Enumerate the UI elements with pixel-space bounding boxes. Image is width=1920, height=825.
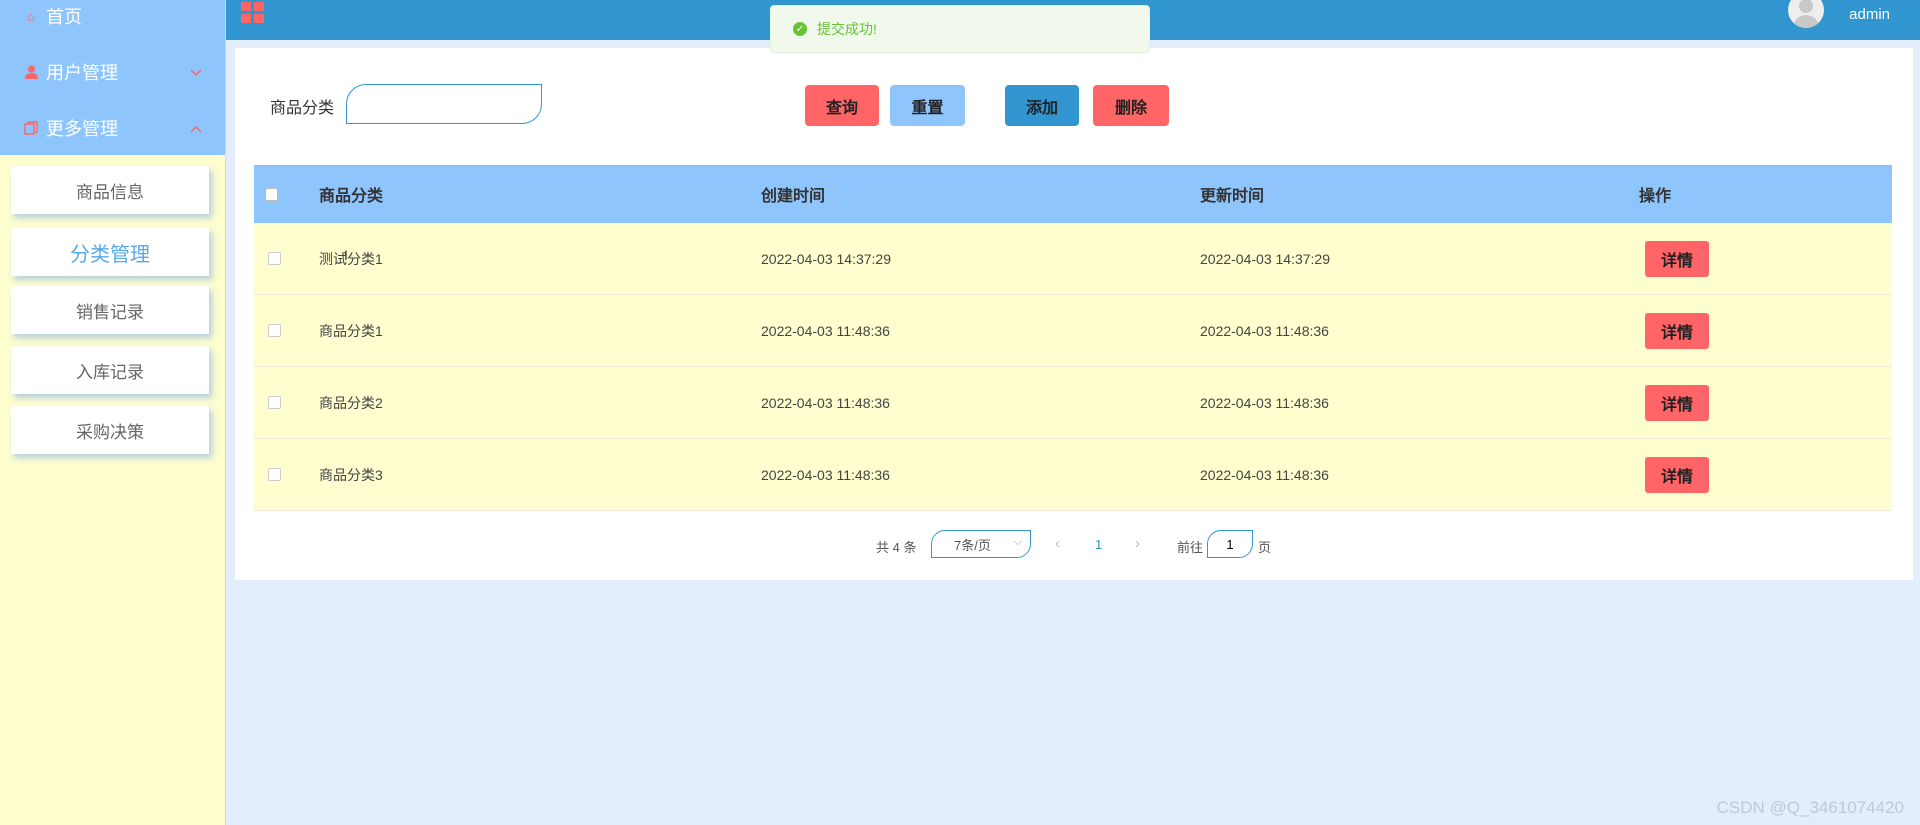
detail-button[interactable]: 详情 [1645, 457, 1709, 493]
watermark: CSDN @Q_3461074420 [1716, 798, 1904, 817]
cell-updated: 2022-04-03 11:48:36 [1200, 395, 1329, 411]
table-row: 商品分类3 2022-04-03 11:48:36 2022-04-03 11:… [254, 439, 1892, 511]
menu-user-management[interactable]: 用户管理 [0, 44, 226, 100]
detail-button[interactable]: 详情 [1645, 385, 1709, 421]
page-number[interactable]: 1 [1095, 537, 1102, 552]
cell-updated: 2022-04-03 11:48:36 [1200, 323, 1329, 339]
copy-icon [24, 121, 38, 135]
chevron-up-icon [190, 120, 202, 136]
detail-button[interactable]: 详情 [1645, 241, 1709, 277]
table-row: 测试分类1 2022-04-03 14:37:29 2022-04-03 14:… [254, 223, 1892, 295]
cell-category: 测试分类1 [319, 251, 383, 267]
pagination: 共 4 条 7条/页 ⌵ ‹ 1 › 前往 页 [235, 530, 1913, 560]
check-circle-icon: ✓ [793, 22, 807, 36]
home-icon: ⌂ [27, 8, 35, 24]
toast-message: 提交成功! [817, 21, 877, 37]
prev-page-icon[interactable]: ‹ [1055, 535, 1060, 552]
submenu-sales-records[interactable]: 销售记录 [11, 286, 209, 334]
submenu-product-info[interactable]: 商品信息 [11, 166, 209, 214]
sidebar: ⌂ 首页 用户管理 更多管理 商品信息 分类管理 销售记录 入库记录 采购决策 [0, 0, 226, 825]
cell-created: 2022-04-03 11:48:36 [761, 323, 890, 339]
row-checkbox[interactable] [268, 396, 281, 409]
success-toast: ✓ 提交成功! [770, 5, 1150, 53]
page-size-select[interactable]: 7条/页 ⌵ [931, 530, 1031, 558]
menu-more-management-label: 更多管理 [46, 119, 118, 139]
search-label: 商品分类 [270, 100, 335, 117]
reset-button[interactable]: 重置 [890, 85, 965, 126]
cell-updated: 2022-04-03 11:48:36 [1200, 467, 1329, 483]
column-actions: 操作 [1639, 188, 1672, 205]
menu-home-label: 首页 [46, 7, 82, 27]
menu-user-management-label: 用户管理 [46, 63, 118, 83]
category-table: 商品分类 创建时间 ▲ ▼ 更新时间 ▲ ▼ 操作 测试分类1 2022-04-03 1… [254, 165, 1892, 511]
add-button[interactable]: 添加 [1005, 85, 1079, 126]
column-created-time[interactable]: 创建时间 ▲ ▼ [761, 165, 838, 223]
main-panel: 商品分类 查询 重置 添加 删除 商品分类 创建时间 ▲ ▼ 更新时间 ▲ ▼ 操作 测… [235, 48, 1913, 580]
user-icon [24, 65, 38, 79]
cell-category: 商品分类2 [319, 395, 383, 411]
query-button[interactable]: 查询 [805, 85, 879, 126]
menu-home[interactable]: ⌂ 首页 [0, 0, 226, 44]
select-all-checkbox[interactable] [265, 188, 278, 201]
category-search-input[interactable] [346, 84, 542, 124]
cell-created: 2022-04-03 11:48:36 [761, 467, 890, 483]
submenu-purchase-decision[interactable]: 采购决策 [11, 406, 209, 454]
cell-category: 商品分类3 [319, 467, 383, 483]
sidebar-menu-area: ⌂ 首页 用户管理 更多管理 [0, 0, 225, 155]
chevron-down-icon [190, 64, 202, 80]
avatar[interactable] [1788, 0, 1824, 28]
sort-icon[interactable]: ▲ ▼ [1270, 187, 1277, 201]
submenu-stock-records[interactable]: 入库记录 [11, 346, 209, 394]
column-updated-time[interactable]: 更新时间 ▲ ▼ [1200, 165, 1277, 223]
table-header: 商品分类 创建时间 ▲ ▼ 更新时间 ▲ ▼ 操作 [254, 165, 1892, 223]
cell-updated: 2022-04-03 14:37:29 [1200, 251, 1330, 267]
chevron-down-icon: ⌵ [1013, 536, 1022, 548]
sort-icon[interactable]: ▲ ▼ [831, 187, 838, 201]
text-cursor-icon: I [344, 247, 348, 263]
total-count: 共 4 条 [876, 540, 917, 555]
table-row: 商品分类2 2022-04-03 11:48:36 2022-04-03 11:… [254, 367, 1892, 439]
table-row: 商品分类1 2022-04-03 11:48:36 2022-04-03 11:… [254, 295, 1892, 367]
row-checkbox[interactable] [268, 468, 281, 481]
row-checkbox[interactable] [268, 252, 281, 265]
username[interactable]: admin [1849, 6, 1890, 23]
page-suffix: 页 [1258, 540, 1272, 555]
cell-created: 2022-04-03 11:48:36 [761, 395, 890, 411]
goto-page-input[interactable] [1207, 530, 1253, 558]
delete-button[interactable]: 删除 [1093, 85, 1169, 126]
submenu-category-management[interactable]: 分类管理 [11, 228, 209, 276]
cell-created: 2022-04-03 14:37:29 [761, 251, 891, 267]
goto-label: 前往 [1177, 540, 1204, 555]
next-page-icon[interactable]: › [1135, 535, 1140, 552]
cell-category: 商品分类1 [319, 323, 383, 339]
page-size-value: 7条/页 [954, 537, 991, 553]
menu-more-management[interactable]: 更多管理 [0, 100, 226, 156]
row-checkbox[interactable] [268, 324, 281, 337]
column-category: 商品分类 [319, 188, 384, 205]
detail-button[interactable]: 详情 [1645, 313, 1709, 349]
